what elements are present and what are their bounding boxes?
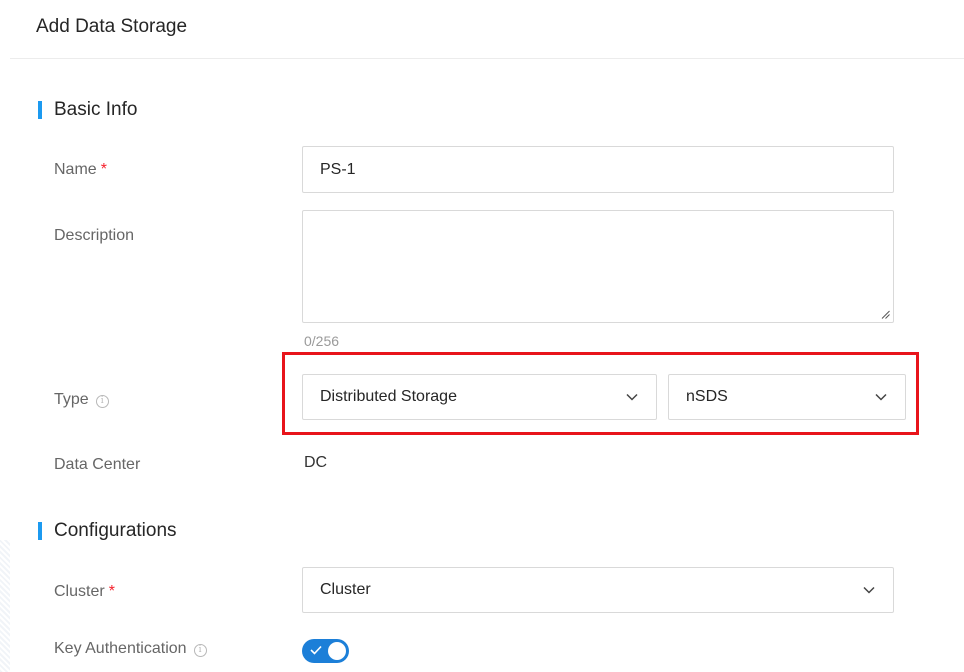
info-icon[interactable]: i — [193, 644, 207, 657]
type-label: Type i — [54, 389, 109, 411]
dialog-title: Add Data Storage — [36, 16, 188, 37]
key-auth-label-text: Key Authentication — [54, 640, 187, 657]
section-title-configurations: Configurations — [38, 519, 177, 543]
section-title-text: Configurations — [54, 520, 177, 541]
required-mark: * — [100, 161, 107, 178]
section-title-basic-info: Basic Info — [38, 98, 138, 122]
name-input[interactable]: PS-1 — [302, 146, 894, 193]
description-label: Description — [54, 227, 135, 244]
required-mark: * — [108, 583, 115, 600]
check-icon — [310, 645, 322, 655]
section-title-text: Basic Info — [54, 99, 138, 120]
name-label-text: Name — [54, 161, 97, 178]
chevron-down-icon — [863, 586, 875, 594]
cluster-select[interactable]: Cluster — [302, 567, 894, 613]
section-accent-bar — [38, 101, 42, 119]
background-edge-pattern — [0, 540, 10, 672]
highlight-box — [282, 352, 919, 435]
name-input-value: PS-1 — [320, 160, 356, 178]
description-textarea[interactable] — [302, 210, 894, 323]
section-accent-bar — [38, 522, 42, 540]
cluster-label-text: Cluster — [54, 583, 105, 600]
cluster-value: Cluster — [320, 581, 371, 598]
datacenter-label: Data Center — [54, 456, 141, 473]
datacenter-value: DC — [304, 454, 328, 471]
cluster-label: Cluster * — [54, 581, 115, 603]
key-auth-label: Key Authentication i — [54, 638, 207, 660]
key-auth-toggle[interactable] — [302, 639, 349, 663]
description-char-counter: 0/256 — [304, 333, 340, 349]
resize-handle-icon[interactable] — [881, 310, 890, 319]
toggle-knob — [328, 642, 346, 660]
info-icon[interactable]: i — [95, 395, 109, 408]
header-divider — [10, 58, 964, 59]
type-label-text: Type — [54, 391, 89, 408]
name-label: Name * — [54, 159, 107, 181]
